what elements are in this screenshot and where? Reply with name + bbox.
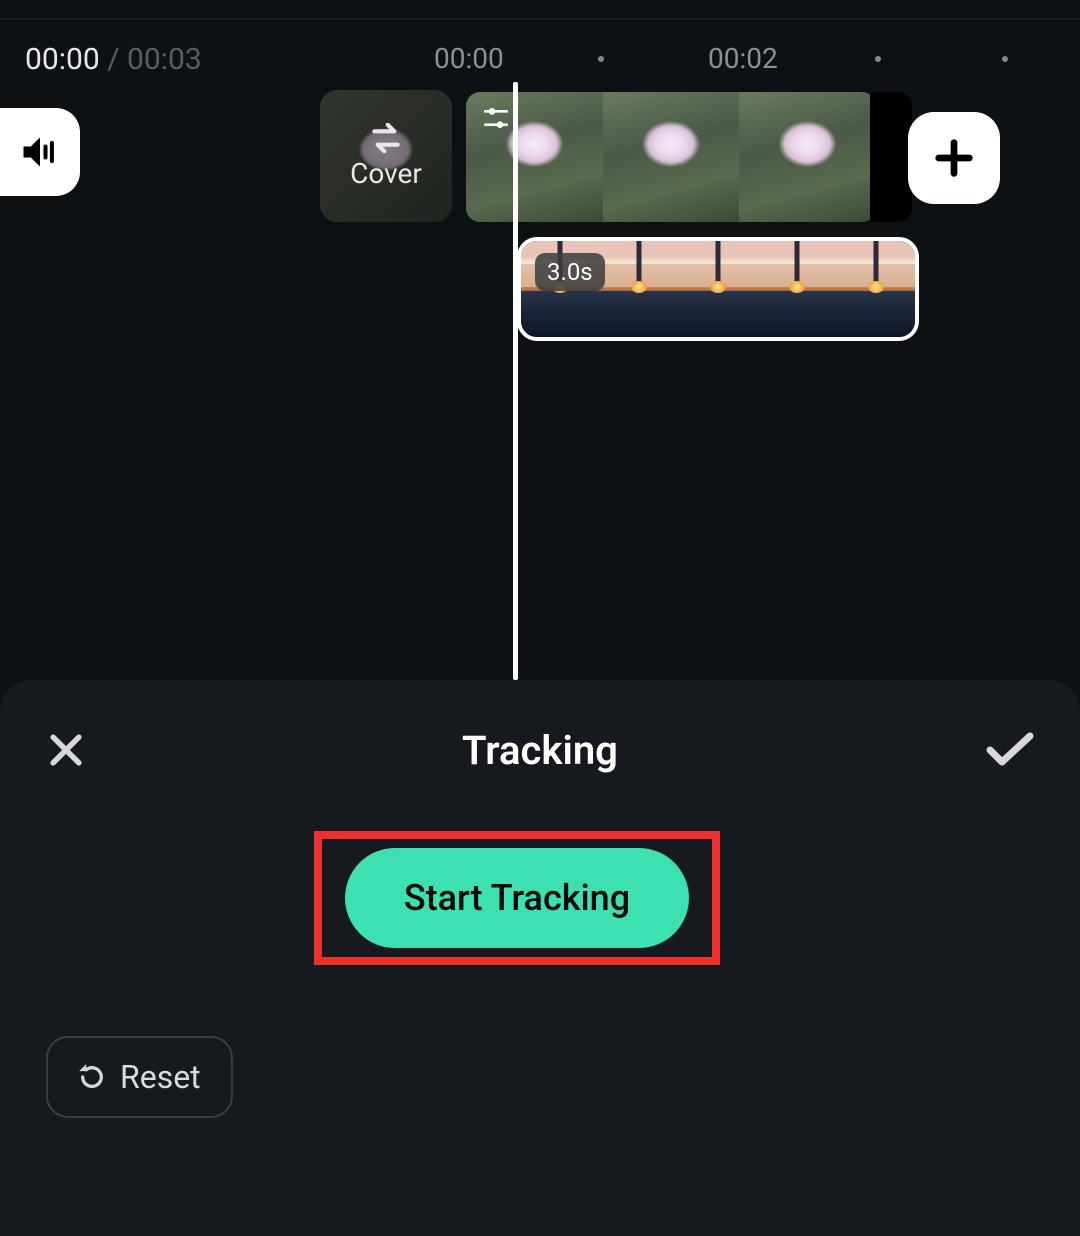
reset-label: Reset [120, 1058, 201, 1096]
playhead[interactable] [513, 82, 518, 680]
clip-thumbnail [679, 241, 758, 337]
start-tracking-label: Start Tracking [404, 877, 630, 919]
overlay-clip[interactable]: 3.0s [517, 237, 919, 341]
reset-icon [78, 1063, 106, 1091]
close-button[interactable] [44, 728, 88, 772]
swap-icon [366, 123, 406, 153]
check-icon [984, 730, 1036, 770]
plus-icon [931, 135, 977, 181]
speaker-icon [18, 130, 62, 174]
add-media-button[interactable] [908, 112, 1000, 204]
panel-title: Tracking [462, 727, 618, 774]
close-icon [44, 728, 88, 772]
time-display: 00:00 / 00:03 [25, 42, 202, 77]
tutorial-highlight: Start Tracking [314, 831, 720, 965]
tracking-panel: Tracking Start Tracking Reset [0, 680, 1080, 1236]
ruler-tick-label: 00:00 [434, 42, 504, 75]
ruler-tick-dot [1002, 56, 1008, 62]
ruler-tick-label: 00:02 [708, 42, 778, 75]
clip-thumbnail [603, 92, 740, 222]
total-time: 00:03 [127, 42, 202, 77]
clip-thumbnail [836, 241, 915, 337]
clip-end-pad [870, 92, 912, 222]
confirm-button[interactable] [984, 730, 1036, 770]
timeline-ruler[interactable]: 00:00 / 00:03 00:00 00:02 [0, 42, 1080, 82]
ruler-tick-dot [598, 56, 604, 62]
volume-button[interactable] [0, 108, 80, 196]
start-tracking-button[interactable]: Start Tracking [345, 848, 689, 948]
clip-thumbnail [757, 241, 836, 337]
clip-thumbnail [739, 92, 876, 222]
panel-header: Tracking [0, 680, 1080, 820]
adjust-icon [480, 102, 512, 134]
current-time: 00:00 [25, 42, 100, 77]
duration-badge: 3.0s [535, 253, 605, 291]
reset-button[interactable]: Reset [46, 1036, 233, 1118]
cover-label: Cover [350, 157, 422, 190]
cover-tile[interactable]: Cover [320, 90, 452, 222]
top-divider [0, 18, 1080, 20]
time-separator: / [100, 42, 127, 77]
ruler-tick-dot [875, 56, 881, 62]
main-video-clip[interactable] [466, 92, 876, 222]
clip-thumbnail [600, 241, 679, 337]
